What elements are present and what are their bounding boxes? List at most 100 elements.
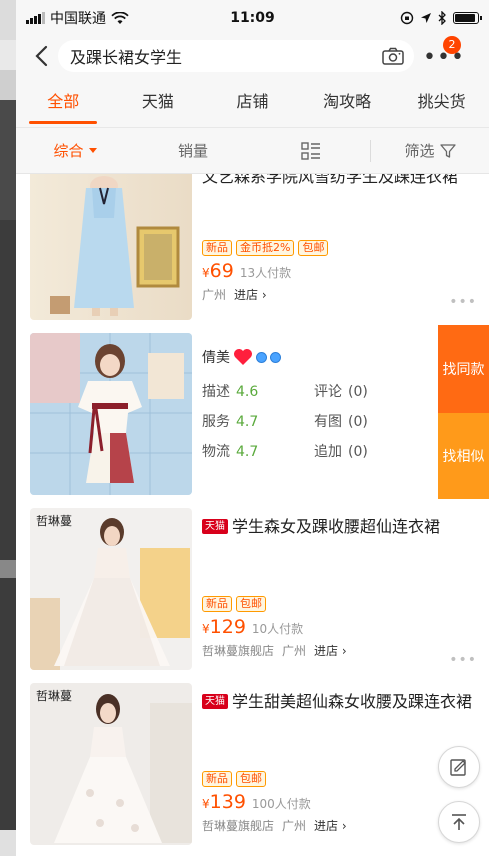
back-arrow-icon [35, 45, 48, 67]
enter-shop-link[interactable]: 进店 › [314, 642, 347, 659]
product-title[interactable]: 天猫 学生甜美超仙森女收腰及踝连衣裙 [202, 691, 477, 713]
edit-note-icon [450, 759, 466, 776]
caret-down-icon [88, 148, 97, 153]
price-row: ¥69 13人付款 [202, 260, 477, 282]
battery-icon [453, 12, 482, 24]
filter-button[interactable]: 筛选 [371, 128, 489, 174]
back-to-top-button[interactable] [438, 801, 480, 843]
shop-row: 哲琳蔓旗舰店 广州 进店 › [202, 817, 477, 834]
dress-photo [50, 176, 180, 316]
shop-name[interactable]: 倩美 [202, 347, 230, 367]
sales-count: 100人付款 [251, 797, 311, 811]
find-similar-button[interactable]: 找相似 [438, 413, 489, 499]
product-title[interactable]: 天猫 学生森女及踝收腰超仙连衣裙 [202, 516, 477, 538]
item-more-icon[interactable]: ••• [449, 294, 477, 310]
feedback-button[interactable] [438, 746, 480, 788]
product-card[interactable]: 文艺森系学院风雪纺学生及踝连衣裙 新品 金币抵2% 包邮 ¥69 13人付款 广… [16, 174, 489, 333]
dress-photo [54, 694, 192, 843]
location-icon [421, 13, 431, 23]
rating-logistics: 物流 4.7 [202, 444, 259, 460]
tab-all[interactable]: 全部 [16, 76, 111, 128]
list-layout-icon [301, 141, 320, 160]
search-header: 及踝长裙女学生 ••• 2 [16, 36, 489, 76]
product-title[interactable]: 文艺森系学院风雪纺学生及踝连衣裙 [202, 174, 477, 188]
shop-rating-overlay: 倩美 描述 4.6 评论 (0) 服务 4.7 有图 (0) 物流 4.7 追加 (0) [202, 333, 442, 508]
tag-free-shipping: 包邮 [236, 596, 266, 612]
category-tabs: 全部 天猫 店铺 淘攻略 挑尖货 [16, 76, 489, 128]
diamond-level-icon [270, 351, 281, 363]
product-image[interactable]: 哲琳蔓 [30, 508, 192, 670]
product-list: 文艺森系学院风雪纺学生及踝连衣裙 新品 金币抵2% 包邮 ¥69 13人付款 广… [16, 174, 489, 856]
rating-description: 描述 4.6 [202, 384, 259, 400]
status-bar: 中国联通 11:09 [16, 0, 489, 36]
bluetooth-icon [438, 11, 446, 25]
product-price: ¥139 [202, 791, 246, 813]
brand-watermark: 哲琳蔓 [36, 514, 73, 528]
shop-ratings: 描述 4.6 评论 (0) 服务 4.7 有图 (0) 物流 4.7 追加 (0) [202, 381, 442, 461]
sort-comprehensive[interactable]: 综合 [16, 128, 134, 174]
find-same-button[interactable]: 找同款 [438, 325, 489, 413]
product-tags: 新品 金币抵2% 包邮 [202, 240, 477, 256]
brand-watermark: 哲琳蔓 [36, 689, 73, 703]
rating-with-photos: 有图 (0) [314, 414, 368, 430]
rating-service: 服务 4.7 [202, 414, 259, 430]
more-menu-button[interactable]: ••• 2 [420, 36, 468, 76]
shop-name-row: 倩美 [202, 347, 442, 367]
dress-photo [30, 518, 190, 670]
carrier-name: 中国联通 [50, 11, 106, 27]
tab-shops[interactable]: 店铺 [205, 76, 300, 128]
product-image[interactable] [30, 333, 192, 495]
shop-row: 哲琳蔓旗舰店 广州 进店 › [202, 642, 477, 659]
sort-bar: 综合 销量 筛选 [16, 128, 489, 174]
enter-shop-link[interactable]: 进店 › [234, 286, 267, 303]
product-card-shop-info[interactable]: 倩美 描述 4.6 评论 (0) 服务 4.7 有图 (0) 物流 4.7 追加 (0) 找… [16, 325, 489, 508]
item-more-icon[interactable]: ••• [449, 652, 477, 668]
sort-sales-label: 销量 [177, 142, 208, 160]
price-row: ¥139 100人付款 [202, 791, 477, 813]
background-app-edge [0, 0, 16, 856]
tmall-tag: 天猫 [202, 694, 228, 709]
shop-name[interactable]: 哲琳蔓旗舰店 [202, 642, 274, 659]
orientation-lock-icon [400, 11, 414, 25]
ship-location: 广州 [202, 288, 227, 302]
taobao-search-results: 中国联通 11:09 及踝长裙女学生 ••• 2 全部 天猫 店铺 淘攻略 挑尖… [16, 0, 489, 856]
arrow-up-icon [452, 814, 466, 830]
search-query: 及踝长裙女学生 [70, 48, 183, 67]
tag-new: 新品 [202, 771, 232, 787]
enter-shop-link[interactable]: 进店 › [314, 817, 347, 834]
tag-free-shipping: 包邮 [236, 771, 266, 787]
product-image[interactable]: 哲琳蔓 [30, 683, 192, 845]
filter-icon [439, 143, 456, 158]
sort-comprehensive-label: 综合 [53, 142, 84, 160]
product-price: ¥69 [202, 260, 234, 282]
tag-coin-discount: 金币抵2% [236, 240, 295, 256]
rating-reviews: 评论 (0) [314, 384, 368, 400]
tab-tmall[interactable]: 天猫 [111, 76, 206, 128]
product-image[interactable] [30, 174, 192, 320]
shop-row: 广州 进店 › [202, 286, 477, 303]
filter-label: 筛选 [404, 142, 435, 160]
back-button[interactable] [24, 36, 58, 76]
signal-icon [26, 12, 45, 24]
product-tags: 新品 包邮 [202, 596, 477, 612]
wifi-icon [111, 11, 129, 24]
sort-sales[interactable]: 销量 [134, 128, 252, 174]
product-card[interactable]: 哲琳蔓 天猫 学生甜美超仙森女收腰及踝连衣裙 新品 包邮 ¥139 100人付款 … [16, 683, 489, 856]
heart-level-icon [234, 349, 252, 365]
sales-count: 10人付款 [251, 622, 304, 636]
layout-toggle[interactable] [252, 128, 370, 174]
tab-picks[interactable]: 挑尖货 [394, 76, 489, 128]
message-badge: 2 [443, 36, 461, 54]
tag-free-shipping: 包邮 [298, 240, 329, 256]
tab-guides[interactable]: 淘攻略 [300, 76, 395, 128]
diamond-level-icon [256, 351, 267, 363]
tag-new: 新品 [202, 596, 232, 612]
tag-new: 新品 [202, 240, 232, 256]
camera-icon[interactable] [382, 47, 404, 65]
price-row: ¥129 10人付款 [202, 616, 477, 638]
product-card[interactable]: 哲琳蔓 天猫 学生森女及踝收腰超仙连衣裙 新品 包邮 ¥129 10人付款 哲琳蔓… [16, 508, 489, 683]
ship-location: 广州 [282, 819, 307, 833]
search-input[interactable]: 及踝长裙女学生 [58, 40, 414, 72]
shop-name[interactable]: 哲琳蔓旗舰店 [202, 817, 274, 834]
sales-count: 13人付款 [239, 266, 292, 280]
